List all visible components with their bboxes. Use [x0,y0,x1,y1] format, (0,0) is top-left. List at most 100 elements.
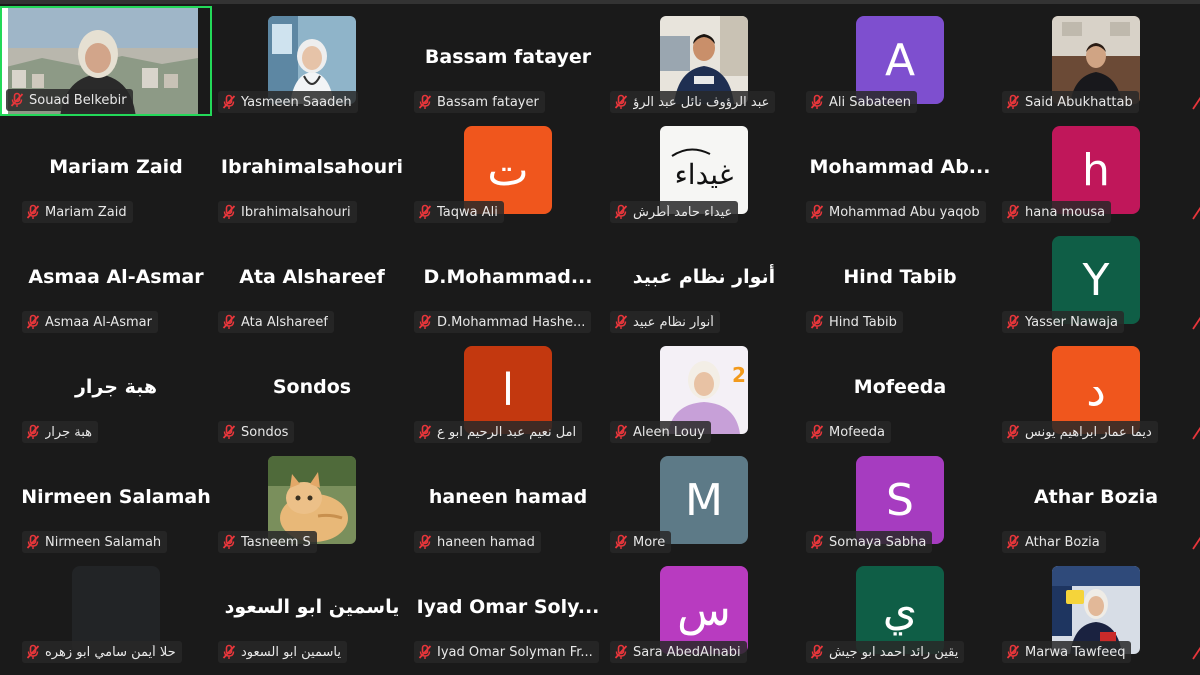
muted-mic-icon [614,94,628,109]
participant-name-label: Marwa Tawfeeq [1002,641,1132,663]
participant-display-name: Athar Bozia [1033,486,1159,508]
window-top-edge [0,0,1200,4]
participant-name-label: hana mousa [1002,201,1112,223]
muted-mic-icon [26,534,40,549]
participant-name: Yasmeen Saadeh [241,94,352,110]
muted-mic-icon [1006,534,1020,549]
participant-name: Bassam fatayer [437,94,539,110]
participant-name-label: امل نعيم عبد الرحيم ابو ع [414,421,583,443]
participant-name-label: haneen hamad [414,531,541,553]
participant-name: More [633,534,666,550]
participant-tile[interactable]: Mohammad Ab... Mohammad Abu yaqob [802,116,998,226]
participant-name: haneen hamad [437,534,535,550]
participant-tile[interactable]: h hana mousa [998,116,1194,226]
participant-name-label: Mofeeda [806,421,891,443]
muted-mic-icon [26,644,40,659]
participant-tile[interactable]: د ديما عمار ابراهيم يونس [998,336,1194,446]
muted-mic-icon [222,424,236,439]
participant-tile[interactable]: S Somaya Sabha [802,446,998,556]
participant-tile[interactable]: Yasmeen Saadeh [214,6,410,116]
participant-tile[interactable]: 2 Aleen Louy [606,336,802,446]
participant-tile[interactable]: أنوار نظام عبيد أنوار نظام عبيد [606,226,802,336]
muted-mic-icon [418,534,432,549]
participant-tile[interactable]: D.Mohammad... D.Mohammad Hashe... [410,226,606,336]
participant-name-label: Taqwa Ali [414,201,504,223]
participant-display-name: ياسمين ابو السعود [224,596,400,618]
participant-tile[interactable]: Souad Belkebir [0,6,212,116]
muted-mic-icon [810,424,824,439]
participant-name-label: ياسمين ابو السعود [218,641,347,663]
participant-tile[interactable]: Iyad Omar Soly... Iyad Omar Solyman Fr... [410,556,606,666]
participant-name: hana mousa [1025,204,1106,220]
muted-mic-icon [26,314,40,329]
muted-mic-icon [418,644,432,659]
participant-tile[interactable]: ي يقين رائد احمد ابو جيش [802,556,998,666]
participant-display-name: Mofeeda [853,376,947,398]
participant-display-name: Sondos [272,376,352,398]
participant-name: Ata Alshareef [241,314,328,330]
participant-name-label: يقين رائد احمد ابو جيش [806,641,965,663]
participant-tile[interactable]: Nirmeen Salamah Nirmeen Salamah [18,446,214,556]
participant-tile[interactable]: M More [606,446,802,556]
participant-name: Taqwa Ali [437,204,498,220]
participant-tile[interactable]: Bassam fatayer Bassam fatayer [410,6,606,116]
participant-display-name: هبة جرار [74,376,158,398]
participant-tile[interactable]: A Ali Sabateen [802,6,998,116]
participant-tile[interactable]: Mariam Zaid Mariam Zaid [18,116,214,226]
participant-tile[interactable]: ياسمين ابو السعود ياسمين ابو السعود [214,556,410,666]
participant-tile[interactable]: Tasneem S [214,446,410,556]
participant-name: Sondos [241,424,289,440]
participant-tile[interactable]: Athar Bozia Athar Bozia [998,446,1194,556]
participant-tile[interactable]: Mofeeda Mofeeda [802,336,998,446]
participant-tile[interactable]: هبة جرار هبة جرار [18,336,214,446]
participant-tile[interactable]: حلا أيمن سامي ابو زهره [18,556,214,666]
participant-name-label: حلا أيمن سامي ابو زهره [22,641,182,663]
participant-name: يقين رائد احمد ابو جيش [829,644,959,660]
offscreen-tile-mic-icon [1192,645,1200,660]
participant-name: Souad Belkebir [29,92,127,108]
participant-name: Mohammad Abu yaqob [829,204,980,220]
muted-mic-icon [222,314,236,329]
muted-mic-icon [614,314,628,329]
muted-mic-icon [418,424,432,439]
participant-tile[interactable]: Sondos Sondos [214,336,410,446]
muted-mic-icon [1006,424,1020,439]
participant-tile[interactable]: س Sara AbedAlnabi [606,556,802,666]
offscreen-tile-mic-icon [1192,425,1200,440]
participant-tile[interactable]: عبد الرؤوف نائل عبد الرؤ [606,6,802,116]
participant-display-name: Hind Tabib [843,266,957,288]
participant-name-label: Ibrahimalsahouri [218,201,357,223]
participant-display-name: أنوار نظام عبيد [632,266,776,288]
participant-name-label: Tasneem S [218,531,317,553]
participant-name: Ibrahimalsahouri [241,204,351,220]
participant-tile[interactable]: Hind Tabib Hind Tabib [802,226,998,336]
participant-tile[interactable]: haneen hamad haneen hamad [410,446,606,556]
participant-tile[interactable]: Ata Alshareef Ata Alshareef [214,226,410,336]
muted-mic-icon [222,644,236,659]
participant-name: Athar Bozia [1025,534,1100,550]
offscreen-tile-mic-icon [1192,205,1200,220]
participant-name: هبة جرار [45,424,92,440]
initial-avatar: M [660,456,748,544]
participant-name-label: Souad Belkebir [6,89,133,111]
participant-name-label: Ata Alshareef [218,311,334,333]
participant-name: ياسمين ابو السعود [241,644,341,660]
participant-name-label: هبة جرار [22,421,98,443]
offscreen-tile-mic-icon [1192,535,1200,550]
participant-display-name: haneen hamad [428,486,588,508]
participant-tile[interactable]: Said Abukhattab [998,6,1194,116]
participant-tile[interactable]: ت Taqwa Ali [410,116,606,226]
participant-tile[interactable]: Y Yasser Nawaja [998,226,1194,336]
participant-display-name: Asmaa Al-Asmar [28,266,204,288]
participant-name-label: عبد الرؤوف نائل عبد الرؤ [610,91,776,113]
muted-mic-icon [222,534,236,549]
participant-tile[interactable]: Marwa Tawfeeq [998,556,1194,666]
participant-name: Somaya Sabha [829,534,927,550]
muted-mic-icon [10,92,24,107]
muted-mic-icon [810,534,824,549]
participant-tile[interactable]: Asmaa Al-Asmar Asmaa Al-Asmar [18,226,214,336]
participant-tile[interactable]: ا امل نعيم عبد الرحيم ابو ع [410,336,606,446]
participant-tile[interactable]: Ibrahimalsahouri Ibrahimalsahouri [214,116,410,226]
participant-display-name: Mariam Zaid [49,156,183,178]
participant-tile[interactable]: غيداء عيداء حامد أطرش [606,116,802,226]
